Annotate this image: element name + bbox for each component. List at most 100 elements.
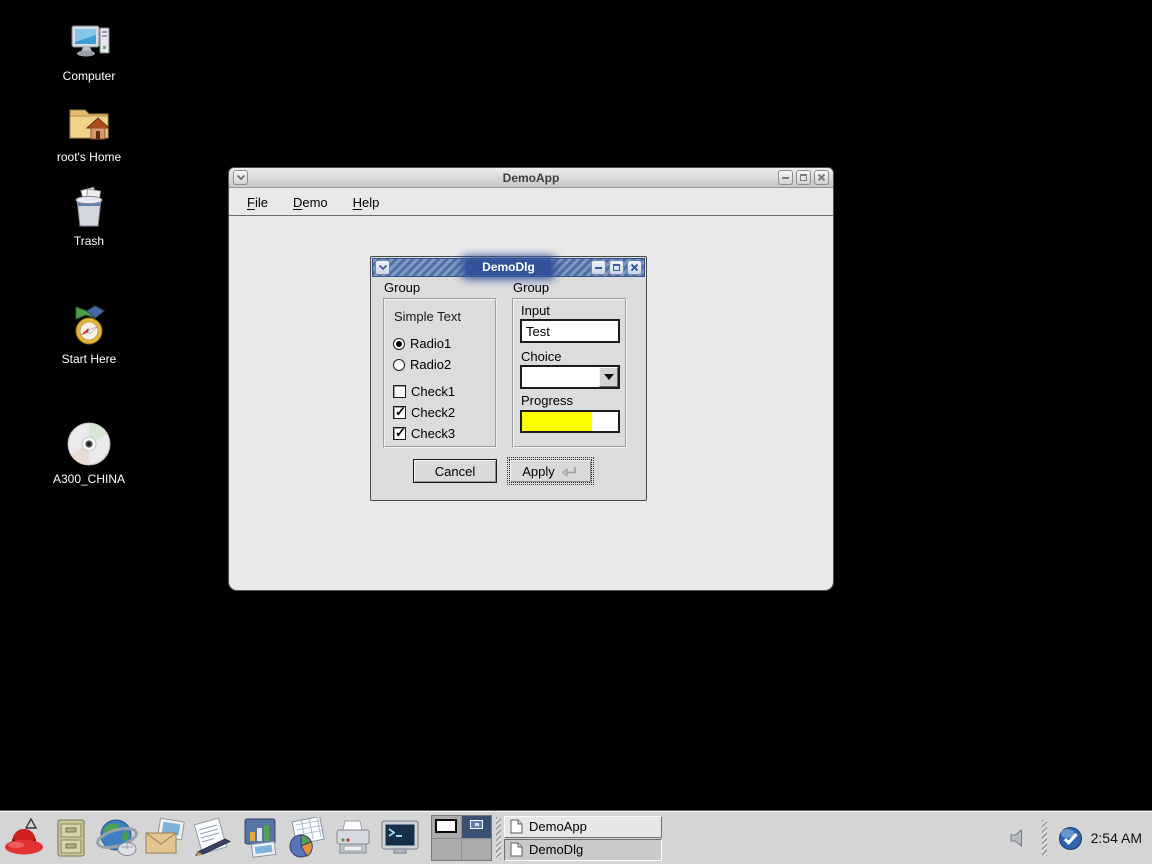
taskbar-item-label: DemoApp	[529, 819, 587, 834]
simple-text-label: Simple Text	[394, 309, 495, 324]
input-field[interactable]	[520, 319, 620, 343]
checkbox-icon[interactable]	[393, 406, 406, 419]
calc-icon	[283, 817, 329, 859]
impress-icon	[237, 817, 281, 859]
launcher-terminal[interactable]	[376, 814, 423, 862]
left-group-label: Group	[384, 280, 420, 295]
document-icon	[510, 842, 523, 857]
checkbox-icon[interactable]	[393, 385, 406, 398]
check-option-1[interactable]: Check1	[393, 384, 495, 399]
terminal-icon	[379, 818, 421, 858]
right-group-box: Input Choice Progress	[512, 298, 627, 448]
progress-bar	[520, 410, 620, 433]
desktop-icon-a300-china[interactable]: A300_CHINA	[34, 421, 144, 486]
checkbox-icon[interactable]	[393, 427, 406, 440]
apply-button[interactable]: Apply	[509, 459, 592, 483]
combobox-dropdown-button[interactable]	[599, 367, 618, 387]
desktop-icon-label: Computer	[63, 69, 116, 83]
close-icon	[817, 173, 826, 182]
menubar: File Demo Help	[229, 189, 833, 216]
launcher-presentation[interactable]	[235, 814, 282, 862]
cancel-button[interactable]: Cancel	[413, 459, 497, 483]
trash-icon	[69, 187, 109, 229]
desktop-icon-label: A300_CHINA	[53, 472, 125, 486]
left-group-box: Simple Text Radio1 Radio2 Check1 Check2 …	[383, 298, 497, 448]
radio-icon[interactable]	[393, 338, 405, 350]
check-option-3[interactable]: Check3	[393, 426, 495, 441]
desktop-icon-label: Trash	[74, 234, 104, 248]
progress-bar-fill	[522, 412, 592, 431]
check-option-2[interactable]: Check2	[393, 405, 495, 420]
update-notifier-icon[interactable]	[1058, 826, 1083, 851]
choice-combobox[interactable]	[520, 365, 620, 389]
apply-button-label: Apply	[522, 464, 555, 479]
taskbar-item-label: DemoDlg	[529, 842, 583, 857]
menu-file[interactable]: File	[242, 193, 273, 212]
printer-icon	[331, 817, 375, 859]
desktop-icon-label: Start Here	[62, 352, 117, 366]
minimize-button[interactable]	[591, 260, 606, 275]
home-folder-icon	[66, 103, 112, 145]
workspace-1[interactable]	[432, 816, 461, 838]
maximize-icon	[613, 264, 620, 271]
minimize-button[interactable]	[778, 170, 793, 185]
start-here-icon	[67, 303, 111, 347]
redhat-menu-icon	[1, 816, 47, 860]
volume-icon[interactable]	[1008, 828, 1030, 848]
close-button[interactable]	[814, 170, 829, 185]
writer-icon	[189, 817, 235, 859]
right-group-label: Group	[513, 280, 549, 295]
maximize-button[interactable]	[609, 260, 624, 275]
window-menu-button[interactable]	[375, 260, 390, 275]
chevron-down-icon	[378, 264, 388, 271]
workspace-window-preview	[435, 819, 457, 833]
choice-label: Choice	[521, 349, 561, 364]
launcher-redhat-menu[interactable]	[0, 814, 47, 862]
radio-label: Radio2	[410, 357, 451, 372]
clock[interactable]: 2:54 AM	[1091, 830, 1142, 846]
tray-drag-handle[interactable]	[1042, 820, 1047, 856]
maximize-icon	[800, 174, 807, 181]
launcher-printer[interactable]	[329, 814, 376, 862]
system-tray: 2:54 AM	[1008, 820, 1152, 856]
launcher-web-browser[interactable]	[94, 814, 141, 862]
desktop-icon-computer[interactable]: Computer	[34, 24, 144, 83]
window-title: DemoApp	[229, 171, 833, 185]
taskbar-item-demoapp[interactable]: DemoApp	[504, 816, 662, 838]
panel-drag-handle[interactable]	[496, 817, 501, 859]
demoapp-titlebar[interactable]: DemoApp	[229, 168, 833, 188]
progress-label: Progress	[521, 393, 573, 408]
radio-icon[interactable]	[393, 359, 405, 371]
input-label: Input	[521, 303, 550, 318]
checkbox-label: Check2	[411, 405, 455, 420]
workspace-3[interactable]	[432, 839, 461, 861]
desktop-icon-trash[interactable]: Trash	[34, 187, 144, 248]
enter-key-icon	[561, 465, 579, 478]
desktop-icon-start-here[interactable]: Start Here	[34, 303, 144, 366]
desktop-icon-label: root's Home	[57, 150, 121, 164]
taskbar-item-demodlg[interactable]: DemoDlg	[504, 839, 662, 861]
radio-option-1[interactable]: Radio1	[393, 336, 495, 351]
launcher-email-client[interactable]	[141, 814, 188, 862]
radio-option-2[interactable]: Radio2	[393, 357, 495, 372]
demodlg-titlebar[interactable]: DemoDlg	[372, 258, 645, 277]
menu-help[interactable]: Help	[348, 193, 385, 212]
workspace-4[interactable]	[462, 839, 491, 861]
file-cabinet-icon	[52, 817, 90, 859]
web-browser-icon	[95, 816, 141, 860]
menu-demo[interactable]: Demo	[288, 193, 333, 212]
workspace-pager	[431, 815, 492, 861]
dialog-body: Group Simple Text Radio1 Radio2 Check1 C…	[371, 278, 646, 500]
launcher-file-manager[interactable]	[47, 814, 94, 862]
radio-label: Radio1	[410, 336, 451, 351]
desktop-icon-roots-home[interactable]: root's Home	[34, 103, 144, 164]
workspace-2-active[interactable]	[462, 816, 491, 838]
launcher-spreadsheet[interactable]	[282, 814, 329, 862]
document-icon	[510, 819, 523, 834]
minimize-icon	[595, 267, 602, 269]
minimize-icon	[782, 177, 789, 179]
launcher-word-processor[interactable]	[188, 814, 235, 862]
close-button[interactable]	[627, 260, 642, 275]
maximize-button[interactable]	[796, 170, 811, 185]
checkbox-label: Check1	[411, 384, 455, 399]
